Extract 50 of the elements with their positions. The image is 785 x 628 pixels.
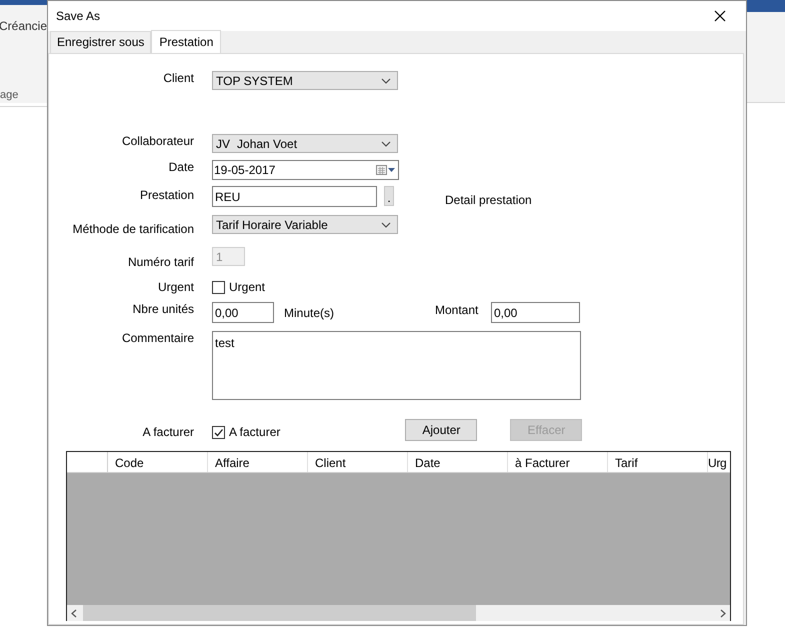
text-field[interactable]: REU: [212, 186, 377, 207]
dropdown[interactable]: JV Johan Voet: [212, 134, 398, 153]
text-field[interactable]: 0,00: [212, 302, 274, 323]
window-title: Save As: [56, 9, 102, 23]
field-label: Prestation: [138, 187, 194, 202]
column-header[interactable]: Tarif: [608, 452, 708, 472]
column-header[interactable]: Client: [308, 452, 408, 472]
scroll-thumb[interactable]: [83, 605, 476, 621]
app-title-bar: [0, 0, 47, 5]
date-picker[interactable]: 19-05-2017: [212, 160, 399, 180]
column-header[interactable]: Code: [108, 452, 208, 472]
checkbox-label: Urgent: [229, 280, 266, 294]
group-label: age: [0, 89, 20, 101]
field-label: Collaborateur: [120, 134, 194, 148]
text-field[interactable]: 0,00: [491, 302, 580, 323]
app-title-bar: [747, 0, 785, 12]
field-label: Commentaire: [120, 331, 194, 345]
field-label: Montant: [435, 302, 480, 317]
close-icon[interactable]: [714, 10, 726, 22]
column-header[interactable]: à Facturer: [508, 452, 608, 472]
browse-button[interactable]: .: [384, 186, 394, 206]
field-label: Urgent: [156, 280, 194, 294]
checkbox[interactable]: [212, 280, 225, 294]
chevron-down-icon: [381, 78, 391, 84]
field-label: Date: [168, 160, 194, 174]
unit-label: Minute(s): [284, 305, 336, 320]
checkbox[interactable]: [212, 426, 225, 438]
action-button[interactable]: Ajouter: [405, 419, 478, 441]
chevron-left-icon: [71, 608, 77, 618]
column-header[interactable]: Affaire: [208, 452, 308, 472]
field-label: A facturer: [142, 424, 194, 439]
field-label: Nbre unités: [132, 302, 194, 316]
chevron-down-icon: [381, 140, 391, 146]
field-label: Client: [162, 71, 194, 85]
comment-field[interactable]: test: [212, 331, 581, 400]
horizontal-scrollbar[interactable]: [67, 605, 730, 621]
checkmark-icon: [213, 426, 224, 438]
field-label: Numéro tarif: [126, 254, 194, 269]
chevron-right-icon: [720, 608, 726, 618]
checkbox-label: A facturer: [229, 425, 280, 439]
chevron-down-icon: [381, 222, 391, 228]
column-header[interactable]: Date: [408, 452, 508, 472]
tab[interactable]: Prestation: [151, 30, 222, 54]
calendar-dropdown-icon: [376, 164, 396, 176]
tab[interactable]: Enregistrer sous: [50, 31, 152, 53]
field-label: Méthode de tarification: [72, 221, 194, 236]
dropdown[interactable]: Tarif Horaire Variable: [212, 215, 398, 234]
detail-label: Detail prestation: [445, 193, 532, 207]
dropdown[interactable]: TOP SYSTEM: [212, 71, 398, 90]
column-header[interactable]: Urg: [708, 452, 730, 472]
